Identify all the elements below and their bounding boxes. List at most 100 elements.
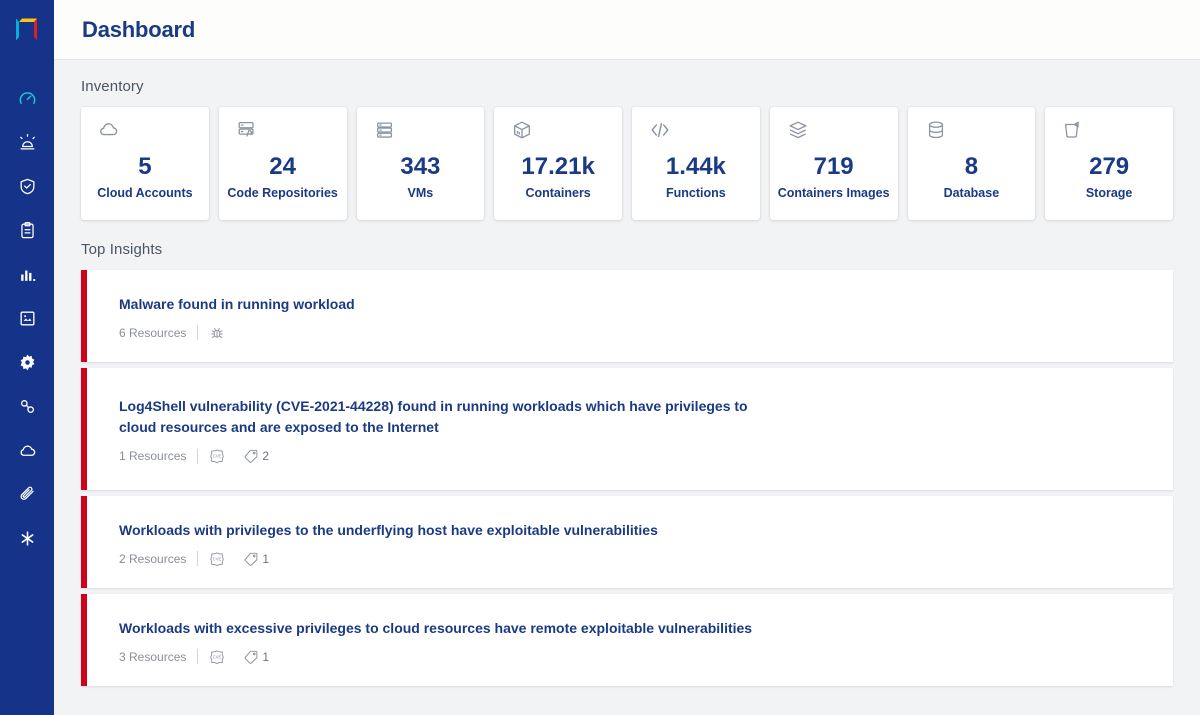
page-title: Dashboard <box>82 16 196 42</box>
server-stack-icon <box>365 119 477 145</box>
sidebar-item-images[interactable] <box>0 296 54 340</box>
inventory-card-code-repositories[interactable]: 24 Code Repositories <box>218 107 347 220</box>
inventory-value: 24 <box>269 153 296 181</box>
inventory-label: Containers <box>525 185 591 200</box>
inventory-label: Containers Images <box>777 185 890 200</box>
meta-divider <box>197 325 199 340</box>
tools-icon <box>21 530 33 546</box>
insight-resource-count: 6 Resources <box>119 325 187 340</box>
app-root: Dashboard Inventory 5 Cloud Accounts 24 … <box>0 0 1200 715</box>
main-area: Dashboard Inventory 5 Cloud Accounts 24 … <box>54 0 1200 715</box>
sidebar-item-attachments[interactable] <box>0 472 54 516</box>
insight-resource-count: 2 Resources <box>119 551 187 566</box>
meta-divider <box>197 551 199 566</box>
link-chain-icon <box>20 399 34 413</box>
insight-row[interactable]: Workloads with privileges to the underfl… <box>81 496 1173 588</box>
inventory-value: 343 <box>400 153 441 181</box>
insight-title: Workloads with excessive privileges to c… <box>119 619 753 636</box>
page-header: Dashboard <box>54 0 1200 60</box>
cve-badge-icon[interactable]: CVE <box>209 448 225 464</box>
insight-meta: 6 Resources <box>119 325 1153 341</box>
tag-icon[interactable] <box>243 649 259 665</box>
insight-title: Malware found in running workload <box>119 295 355 312</box>
alarm-bell-icon <box>19 133 35 149</box>
meta-divider <box>197 649 199 664</box>
inventory-label: Storage <box>1085 185 1133 200</box>
paperclip-icon <box>20 486 34 500</box>
insight-row[interactable]: Log4Shell vulnerability (CVE-2021-44228)… <box>81 368 1173 490</box>
shield-check-icon <box>20 178 34 194</box>
insight-meta: 2 Resources CVE 1 <box>119 551 1153 567</box>
svg-text:CVE: CVE <box>213 654 222 659</box>
insight-icon-count: 1 <box>262 649 270 664</box>
inventory-card-cloud-accounts[interactable]: 5 Cloud Accounts <box>81 107 209 220</box>
code-brackets-icon <box>640 119 752 145</box>
sidebar <box>0 0 54 715</box>
svg-text:CVE: CVE <box>213 556 222 561</box>
gear-icon <box>20 354 34 370</box>
container-box-icon <box>502 119 614 145</box>
inventory-label: Functions <box>666 185 726 200</box>
inventory-card-storage[interactable]: 279 Storage <box>1045 107 1173 220</box>
insight-row[interactable]: Malware found in running workload 6 Reso… <box>81 270 1173 362</box>
inventory-cards: 5 Cloud Accounts 24 Code Repositories 34… <box>81 107 1173 220</box>
insight-resource-count: 3 Resources <box>119 649 187 664</box>
sidebar-item-reports[interactable] <box>0 208 54 252</box>
insight-icon-count: 1 <box>262 551 270 566</box>
inventory-label: VMs <box>407 185 434 200</box>
page-content: Inventory 5 Cloud Accounts 24 Code Repos… <box>54 60 1200 715</box>
inventory-value: 279 <box>1089 153 1130 181</box>
database-icon <box>916 119 1028 145</box>
inventory-section-title: Inventory <box>81 78 144 95</box>
top-insights-section-title: Top Insights <box>81 241 163 258</box>
layers-icon <box>778 119 890 145</box>
inventory-card-database[interactable]: 8 Database <box>907 107 1036 220</box>
inventory-value: 8 <box>964 153 979 181</box>
image-box-icon <box>19 310 35 326</box>
sidebar-item-dashboard[interactable] <box>0 76 54 120</box>
insight-row[interactable]: Workloads with excessive privileges to c… <box>81 594 1173 686</box>
sidebar-item-analytics[interactable] <box>0 252 54 296</box>
sidebar-item-cloud[interactable] <box>0 428 54 472</box>
sidebar-item-alerts[interactable] <box>0 120 54 164</box>
insight-meta: 3 Resources CVE 1 <box>119 649 1153 665</box>
cve-badge-icon[interactable]: CVE <box>209 551 225 567</box>
inventory-label: Code Repositories <box>227 185 338 200</box>
inventory-card-containers-images[interactable]: 719 Containers Images <box>769 107 898 220</box>
speedometer-icon <box>19 91 35 104</box>
insight-title: Workloads with privileges to the underfl… <box>119 521 658 538</box>
inventory-card-vms[interactable]: 343 VMs <box>356 107 485 220</box>
sidebar-item-tools[interactable] <box>0 516 54 560</box>
meta-divider <box>197 448 199 464</box>
inventory-value: 17.21k <box>521 153 595 181</box>
svg-text:CVE: CVE <box>213 454 222 459</box>
inventory-card-containers[interactable]: 17.21k Containers <box>494 107 622 220</box>
tag-icon[interactable] <box>243 551 259 567</box>
cloud-icon <box>20 445 35 456</box>
code-repository-icon <box>227 119 339 145</box>
bar-chart-icon <box>20 270 35 281</box>
inventory-value: 5 <box>138 153 152 181</box>
tag-icon[interactable] <box>243 448 259 464</box>
sidebar-item-integrations[interactable] <box>0 384 54 428</box>
inventory-card-functions[interactable]: 1.44k Functions <box>632 107 760 220</box>
inventory-label: Database <box>943 185 1000 200</box>
inventory-value: 1.44k <box>665 153 726 181</box>
inventory-label: Cloud Accounts <box>97 185 193 200</box>
insight-title: Log4Shell vulnerability (CVE-2021-44228)… <box>119 398 748 435</box>
app-logo[interactable] <box>0 0 54 60</box>
clipboard-icon <box>20 221 34 238</box>
insight-meta: 1 Resources CVE 2 <box>119 448 1153 464</box>
storage-bucket-icon <box>1053 119 1165 145</box>
cve-badge-icon[interactable]: CVE <box>209 649 225 665</box>
top-insights-list: Malware found in running workload 6 Reso… <box>81 270 1173 686</box>
cube-logo <box>16 18 37 41</box>
insight-resource-count: 1 Resources <box>119 449 187 463</box>
sidebar-item-compliance[interactable] <box>0 164 54 208</box>
insight-icon-count: 2 <box>262 449 270 463</box>
inventory-value: 719 <box>813 153 854 181</box>
bug-icon[interactable] <box>209 325 225 341</box>
sidebar-nav <box>0 76 54 560</box>
cloud-icon <box>89 119 201 145</box>
sidebar-item-settings[interactable] <box>0 340 54 384</box>
